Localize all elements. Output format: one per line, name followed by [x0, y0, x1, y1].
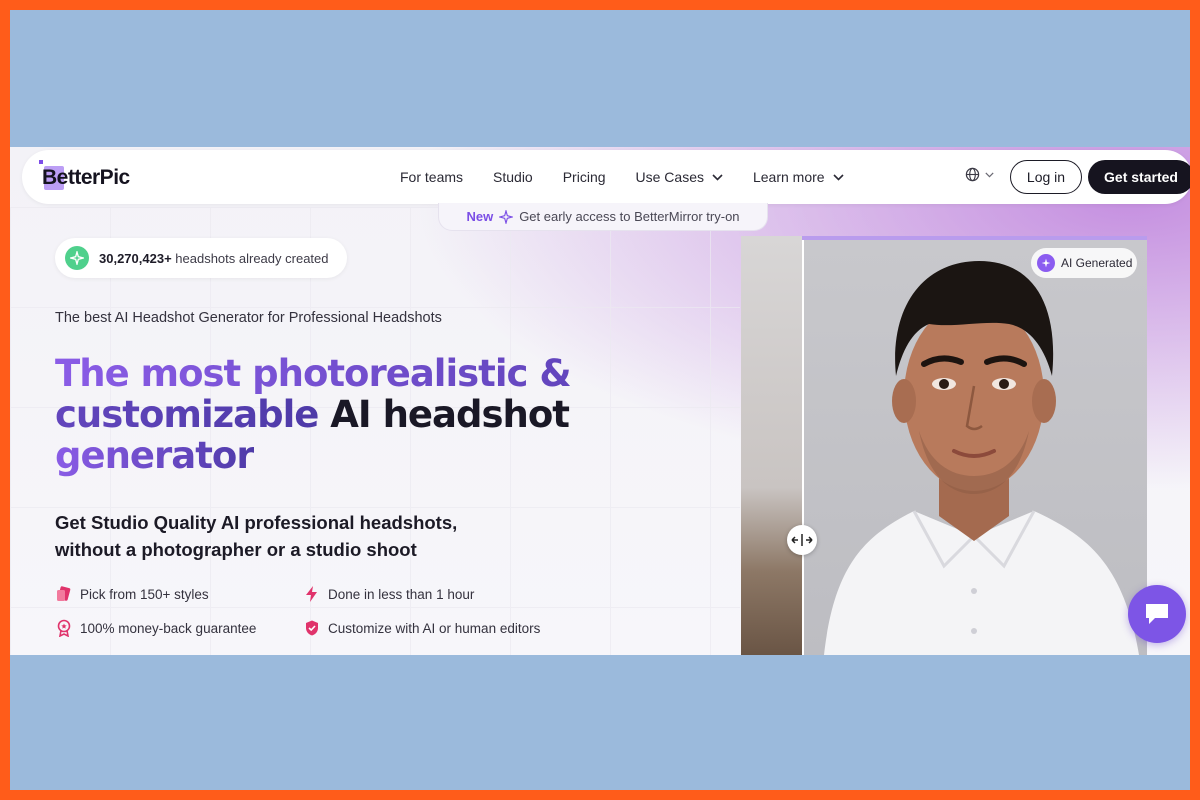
logo[interactable]: BetterPic — [39, 160, 130, 192]
feature-item: Pick from 150+ styles — [55, 585, 303, 603]
feature-item: 100% money-back guarantee — [55, 619, 303, 637]
hero-headline: The most photorealistic & customizable A… — [55, 353, 615, 476]
nav-link-label: Studio — [493, 169, 533, 185]
subheading-line-1: Get Studio Quality AI professional heads… — [55, 512, 458, 533]
chevron-down-icon — [833, 173, 844, 181]
feature-label: Customize with AI or human editors — [328, 620, 541, 636]
shield-icon — [306, 620, 318, 636]
nav-link-label: Pricing — [562, 169, 606, 185]
nav-link-label: Learn more — [752, 169, 825, 185]
photo-frame-accent — [802, 236, 1147, 240]
nav-dropdown-use-cases[interactable]: Use Cases — [636, 169, 723, 185]
ai-badge-label: AI Generated — [1061, 256, 1133, 270]
language-selector[interactable] — [965, 167, 994, 182]
subheading-line-2: without a photographer or a studio shoot — [55, 539, 417, 560]
before-photo — [741, 236, 802, 655]
headshot-portrait-image — [824, 261, 1139, 655]
chevron-down-icon — [712, 173, 723, 181]
announcement-banner[interactable]: New Get early access to BetterMirror try… — [438, 203, 768, 231]
headline-end: generator — [55, 434, 255, 477]
sparkle-icon — [1037, 254, 1055, 272]
feature-label: 100% money-back guarantee — [80, 620, 257, 636]
hero-subheading: Get Studio Quality AI professional heads… — [55, 509, 475, 563]
feature-label: Pick from 150+ styles — [80, 586, 209, 602]
new-label: New — [466, 209, 494, 224]
lightning-icon — [306, 586, 317, 602]
before-after-comparison[interactable] — [741, 236, 1147, 655]
chat-bubble-icon — [1146, 604, 1168, 624]
nav-link-label: For teams — [400, 169, 464, 185]
headshot-counter-pill: 30,270,423+ headshots already created — [55, 238, 347, 278]
get-started-button[interactable]: Get started — [1088, 160, 1190, 194]
logo-text: BetterPic — [42, 166, 130, 189]
tag-icon — [57, 586, 71, 601]
comparison-slider-handle[interactable] — [787, 525, 817, 555]
counter-number: 30,270,423+ — [99, 250, 172, 266]
sparkle-icon — [499, 209, 514, 224]
nav-link-pricing[interactable]: Pricing — [563, 169, 606, 185]
ai-generated-badge: AI Generated — [1031, 248, 1137, 278]
chevron-down-icon — [985, 172, 994, 178]
feature-list: Pick from 150+ styles Done in less than … — [55, 585, 575, 637]
logo-dot-icon — [39, 160, 43, 164]
banner-text: Get early access to BetterMirror try-on — [519, 209, 740, 224]
chat-widget-button[interactable] — [1128, 585, 1186, 643]
nav-link-label: Use Cases — [635, 169, 704, 185]
headline-rest: AI headshot — [330, 393, 570, 436]
after-photo — [802, 236, 1147, 655]
feature-item: Done in less than 1 hour — [303, 585, 563, 603]
nav-dropdown-learn-more[interactable]: Learn more — [753, 169, 844, 185]
nav-links: For teams Studio Pricing Use Cases Learn… — [400, 150, 844, 204]
globe-icon — [965, 167, 980, 182]
badge-icon — [57, 619, 71, 637]
nav-link-for-teams[interactable]: For teams — [400, 169, 463, 185]
nav-link-studio[interactable]: Studio — [493, 169, 533, 185]
login-button[interactable]: Log in — [1010, 160, 1082, 194]
sparkle-icon — [65, 246, 89, 270]
counter-text: 30,270,423+ headshots already created — [99, 251, 329, 266]
top-navbar: BetterPic For teams Studio Pricing Use C… — [22, 150, 1190, 204]
feature-label: Done in less than 1 hour — [328, 586, 475, 602]
web-page: BetterPic For teams Studio Pricing Use C… — [10, 147, 1190, 655]
hero-tagline: The best AI Headshot Generator for Profe… — [55, 310, 442, 326]
drag-arrows-icon — [791, 534, 813, 546]
feature-item: Customize with AI or human editors — [303, 619, 563, 637]
counter-label: headshots already created — [175, 250, 329, 266]
